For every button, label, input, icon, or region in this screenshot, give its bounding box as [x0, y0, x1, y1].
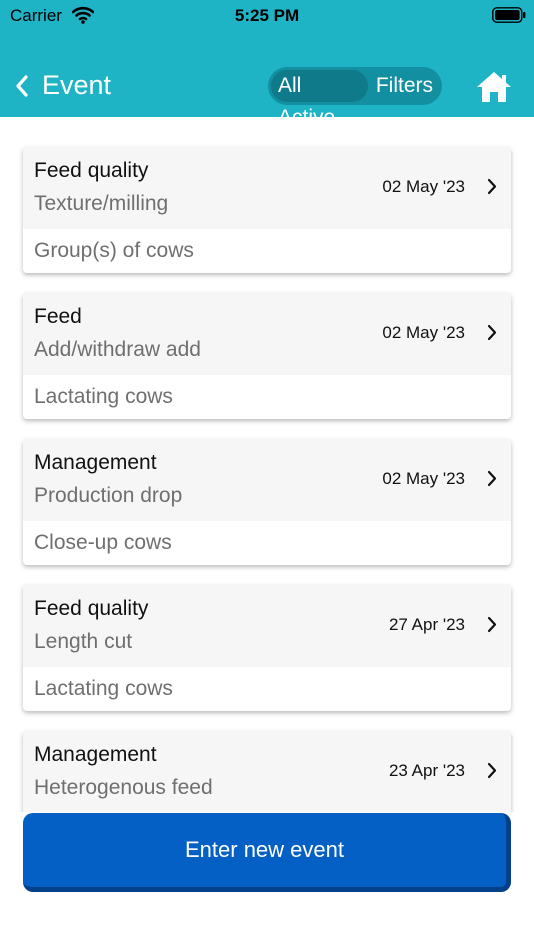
event-card-footer: Group(s) of cows: [23, 229, 511, 273]
event-card[interactable]: Management Heterogenous feed 23 Apr '23: [23, 731, 511, 812]
chevron-right-icon: [487, 616, 497, 633]
event-detail: Texture/milling: [34, 192, 169, 215]
battery-icon: [492, 7, 526, 23]
event-card-header: Feed quality Length cut 27 Apr '23: [23, 585, 511, 667]
all-active-tab[interactable]: All Active: [271, 70, 368, 129]
app-header: Carrier 5:25 PM Event All Active Filters: [0, 0, 534, 129]
chevron-right-icon: [487, 324, 497, 341]
event-card-header: Management Heterogenous feed 23 Apr '23: [23, 731, 511, 812]
filters-tab[interactable]: Filters: [368, 70, 439, 102]
event-card-header: Feed quality Texture/milling 02 May '23: [23, 147, 511, 229]
navigation-bar: Event All Active Filters: [0, 58, 534, 129]
event-detail: Add/withdraw add: [34, 338, 201, 361]
event-detail: Length cut: [34, 630, 133, 653]
event-detail: Production drop: [34, 484, 183, 507]
event-list: Feed quality Texture/milling 02 May '23 …: [0, 117, 534, 812]
event-card[interactable]: Feed Add/withdraw add 02 May '23 Lactati…: [23, 293, 511, 419]
event-group: Lactating cows: [34, 385, 173, 408]
event-type: Feed: [34, 305, 82, 328]
filter-segmented-control: All Active Filters: [268, 67, 442, 129]
event-detail: Heterogenous feed: [34, 776, 213, 799]
event-type: Feed quality: [34, 597, 149, 620]
event-date: 02 May '23: [382, 177, 465, 196]
event-type: Management: [34, 451, 157, 474]
event-group: Lactating cows: [34, 677, 173, 700]
status-bar: Carrier 5:25 PM: [0, 0, 534, 34]
event-date: 23 Apr '23: [388, 761, 465, 780]
event-date: 02 May '23: [382, 323, 465, 342]
event-group: Close-up cows: [34, 531, 172, 554]
event-card[interactable]: Feed quality Texture/milling 02 May '23 …: [23, 147, 511, 273]
chevron-left-icon: [16, 74, 28, 97]
clock: 5:25 PM: [234, 6, 300, 25]
event-card-footer: Lactating cows: [23, 375, 511, 419]
chevron-right-icon: [487, 470, 497, 487]
event-type: Feed quality: [34, 159, 149, 182]
page-title: Event: [42, 70, 112, 100]
event-date: 27 Apr '23: [388, 615, 465, 634]
back-button[interactable]: Event: [14, 70, 111, 101]
event-type: Management: [34, 743, 157, 766]
event-card-footer: Lactating cows: [23, 667, 511, 711]
enter-new-event-button[interactable]: Enter new event: [23, 813, 511, 892]
chevron-right-icon: [487, 762, 497, 779]
event-card-header: Management Production drop 02 May '23: [23, 439, 511, 521]
event-date: 02 May '23: [382, 469, 465, 488]
event-card[interactable]: Feed quality Length cut 27 Apr '23 Lacta…: [23, 585, 511, 711]
event-card-header: Feed Add/withdraw add 02 May '23: [23, 293, 511, 375]
event-card[interactable]: Management Production drop 02 May '23 Cl…: [23, 439, 511, 565]
chevron-right-icon: [487, 178, 497, 195]
home-icon[interactable]: [476, 70, 512, 104]
event-card-footer: Close-up cows: [23, 521, 511, 565]
event-group: Group(s) of cows: [34, 239, 194, 262]
